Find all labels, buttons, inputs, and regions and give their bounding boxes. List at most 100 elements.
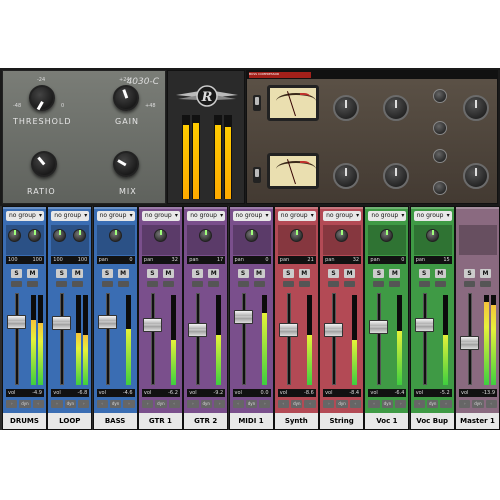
record-button[interactable] xyxy=(237,281,249,287)
solo-button[interactable]: S xyxy=(328,269,340,278)
dyn-button[interactable]: dyn xyxy=(200,400,212,408)
solo-button[interactable]: S xyxy=(192,269,204,278)
volume-fader[interactable] xyxy=(278,322,298,337)
dyn-button[interactable]: dyn xyxy=(245,400,258,408)
pan-knob[interactable] xyxy=(108,229,122,242)
mute-button[interactable]: M xyxy=(298,269,310,278)
volume-fader[interactable] xyxy=(460,335,479,350)
solo-button[interactable]: S xyxy=(146,269,158,278)
input-monitor-button[interactable] xyxy=(298,281,310,287)
track-name[interactable]: DRUMS xyxy=(3,413,46,429)
volume-fader[interactable] xyxy=(52,316,72,331)
input-monitor-button[interactable] xyxy=(480,281,491,287)
pan-knob-left[interactable] xyxy=(8,229,21,242)
pan-knob[interactable] xyxy=(244,229,258,242)
group-selector[interactable]: no group xyxy=(323,211,362,221)
group-selector[interactable]: no group xyxy=(51,211,90,221)
solo-button[interactable]: S xyxy=(373,269,385,278)
record-button[interactable] xyxy=(328,281,340,287)
mute-button[interactable]: M xyxy=(208,269,220,278)
threshold-knob[interactable] xyxy=(383,163,409,189)
dyn-button[interactable]: dyn xyxy=(155,400,167,408)
record-button[interactable] xyxy=(282,281,294,287)
record-button[interactable] xyxy=(146,281,158,287)
mute-button[interactable]: M xyxy=(434,269,446,278)
mute-button[interactable]: M xyxy=(480,269,491,278)
automation-button[interactable]: ◦ xyxy=(323,400,335,408)
volume-fader[interactable] xyxy=(233,310,253,325)
group-selector[interactable]: no group xyxy=(96,211,135,221)
power-toggle[interactable] xyxy=(253,167,261,183)
automation-button[interactable]: ◦ xyxy=(232,400,244,408)
group-button[interactable]: ◦ xyxy=(168,400,180,408)
dyn-button[interactable]: dyn xyxy=(427,400,439,408)
record-button[interactable] xyxy=(101,281,113,287)
volume-fader[interactable] xyxy=(7,314,26,329)
track-name[interactable]: MIDI 1 xyxy=(229,413,273,429)
track-name[interactable]: GTR 2 xyxy=(184,413,228,429)
input-monitor-button[interactable] xyxy=(253,281,265,287)
dyn-button[interactable]: dyn xyxy=(291,400,303,408)
automation-button[interactable]: ◦ xyxy=(51,400,63,408)
group-button[interactable]: ◦ xyxy=(349,400,362,408)
solo-button[interactable]: S xyxy=(282,269,294,278)
track-name[interactable]: Master 1 xyxy=(456,413,499,429)
automation-button[interactable]: ◦ xyxy=(96,400,108,408)
volume-fader[interactable] xyxy=(97,314,117,329)
mix-knob[interactable] xyxy=(113,151,139,177)
solo-button[interactable]: S xyxy=(11,269,22,278)
group-selector[interactable]: no group xyxy=(6,211,44,221)
group-button[interactable]: ◦ xyxy=(485,400,497,408)
automation-button[interactable]: ◦ xyxy=(277,400,290,408)
threshold-knob[interactable] xyxy=(383,95,409,121)
automation-button[interactable]: ◦ xyxy=(368,400,380,408)
track-name[interactable]: BASS xyxy=(93,413,137,429)
mute-button[interactable]: M xyxy=(72,269,84,278)
input-gain-knob[interactable] xyxy=(333,163,359,189)
group-button[interactable]: ◦ xyxy=(395,400,407,408)
volume-fader[interactable] xyxy=(369,319,389,334)
time-constant-knob[interactable] xyxy=(433,89,447,103)
track-name[interactable]: Synth xyxy=(274,413,318,429)
input-monitor-button[interactable] xyxy=(389,281,401,287)
pan-knob[interactable] xyxy=(153,229,167,242)
group-button[interactable]: ◦ xyxy=(123,400,135,408)
dyn-button[interactable]: dyn xyxy=(109,400,122,408)
automation-button[interactable]: ◦ xyxy=(187,400,199,408)
time-constant-knob[interactable] xyxy=(433,149,447,163)
track-name[interactable]: GTR 1 xyxy=(138,413,182,429)
mute-button[interactable]: M xyxy=(117,269,129,278)
dyn-button[interactable]: dyn xyxy=(64,400,76,408)
group-button[interactable]: ◦ xyxy=(440,400,452,408)
group-button[interactable]: ◦ xyxy=(259,400,271,408)
group-button[interactable]: ◦ xyxy=(32,400,44,408)
group-selector[interactable]: no group xyxy=(368,211,407,221)
mute-button[interactable]: M xyxy=(27,269,38,278)
solo-button[interactable]: S xyxy=(56,269,68,278)
solo-button[interactable]: S xyxy=(464,269,475,278)
input-monitor-button[interactable] xyxy=(72,281,84,287)
group-button[interactable]: ◦ xyxy=(213,400,226,408)
automation-button[interactable]: ◦ xyxy=(6,400,18,408)
record-button[interactable] xyxy=(418,281,430,287)
group-button[interactable]: ◦ xyxy=(304,400,316,408)
ratio-knob[interactable] xyxy=(31,151,57,177)
link-knob[interactable] xyxy=(433,181,447,195)
track-name[interactable]: Voc Bup xyxy=(410,413,454,429)
record-button[interactable] xyxy=(464,281,475,287)
automation-button[interactable]: ◦ xyxy=(141,400,154,408)
group-selector[interactable]: no group xyxy=(141,211,180,221)
automation-button[interactable]: ◦ xyxy=(459,400,471,408)
solo-button[interactable]: S xyxy=(418,269,430,278)
pan-knob-right[interactable] xyxy=(28,229,41,242)
group-button[interactable]: ◦ xyxy=(77,400,90,408)
threshold-knob[interactable] xyxy=(29,85,55,111)
solo-button[interactable]: S xyxy=(101,269,113,278)
record-button[interactable] xyxy=(11,281,22,287)
input-monitor-button[interactable] xyxy=(344,281,356,287)
pan-knob[interactable] xyxy=(289,229,303,242)
mute-button[interactable]: M xyxy=(253,269,265,278)
input-monitor-button[interactable] xyxy=(117,281,129,287)
record-button[interactable] xyxy=(192,281,204,287)
group-selector[interactable]: no group xyxy=(277,211,316,221)
